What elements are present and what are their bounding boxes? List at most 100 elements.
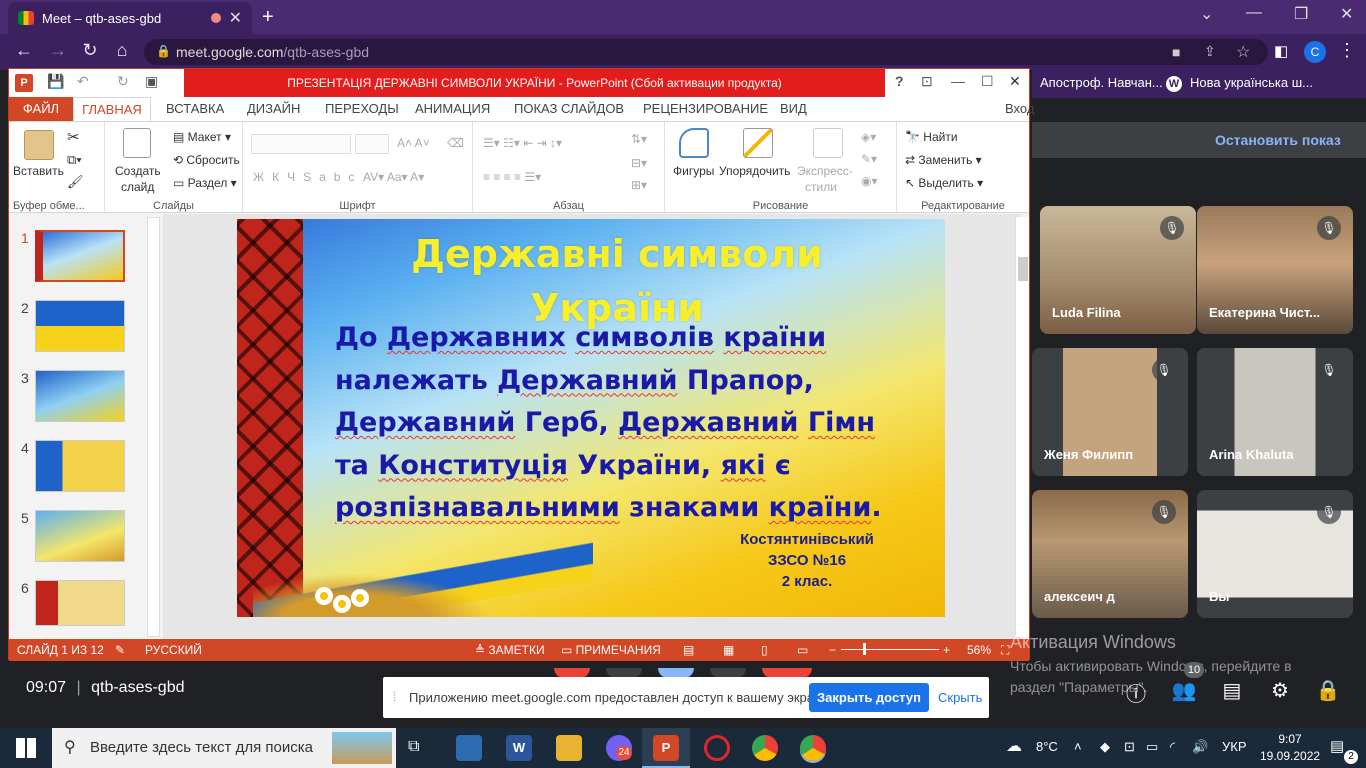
- tab-design[interactable]: ДИЗАЙН: [247, 101, 300, 116]
- sign-in-link[interactable]: Вход: [1005, 101, 1034, 116]
- quick-styles-line1[interactable]: Экспресс-: [797, 164, 853, 178]
- align-icons[interactable]: ≡ ≡ ≡ ≡ ☰▾: [483, 170, 541, 184]
- participant-tile[interactable]: 🎙 алексеич д: [1032, 490, 1188, 618]
- opera-app-icon[interactable]: [704, 735, 730, 761]
- input-language[interactable]: УКР: [1222, 739, 1247, 754]
- participant-tile-self[interactable]: 🎙 Вы: [1197, 490, 1353, 618]
- share-icon[interactable]: ⇪: [1204, 43, 1216, 60]
- slide-scrollbar[interactable]: [1015, 217, 1029, 637]
- notes-button[interactable]: ≜ ЗАМЕТКИ: [475, 643, 545, 657]
- weather-icon[interactable]: ☁: [1006, 736, 1022, 756]
- format-painter-icon[interactable]: 🖌: [67, 174, 84, 190]
- slide-thumbnail-3[interactable]: [35, 370, 125, 422]
- bookmark-nus[interactable]: Нова українська ш...: [1190, 75, 1313, 90]
- help-icon[interactable]: ?: [895, 73, 904, 89]
- thumbnails-scrollbar[interactable]: [147, 217, 160, 637]
- host-controls-icon[interactable]: 🔒: [1314, 678, 1342, 706]
- font-color-icon[interactable]: AV▾ Aa▾ A▾: [363, 170, 424, 184]
- clear-format-icon[interactable]: ⌫: [447, 136, 464, 150]
- start-slideshow-icon[interactable]: ▣: [145, 73, 158, 90]
- chrome-meet-app-icon[interactable]: [800, 735, 826, 761]
- slide-sorter-icon[interactable]: ▦: [723, 643, 734, 657]
- tab-insert[interactable]: ВСТАВКА: [166, 101, 224, 116]
- slide-thumbnail-4[interactable]: [35, 440, 125, 492]
- spellcheck-icon[interactable]: ✎: [115, 643, 125, 657]
- camera-icon[interactable]: ■: [1172, 44, 1180, 60]
- participant-tile[interactable]: 🎙 Женя Филипп: [1032, 348, 1188, 476]
- comments-button[interactable]: ▭ ПРИМЕЧАНИЯ: [561, 643, 661, 657]
- reset-button[interactable]: ⟲ Сбросить: [173, 153, 240, 167]
- font-family-select[interactable]: [251, 134, 351, 154]
- powerpoint-app-icon[interactable]: P: [653, 735, 679, 761]
- scroll-thumb[interactable]: [1018, 257, 1028, 281]
- stop-presenting-button[interactable]: Остановить показ: [1032, 122, 1366, 158]
- bookmark-star-icon[interactable]: ☆: [1236, 42, 1250, 62]
- tab-home[interactable]: ГЛАВНАЯ: [73, 97, 151, 121]
- restore-icon[interactable]: ❐: [1294, 4, 1308, 24]
- task-view-icon[interactable]: ⧉: [408, 738, 419, 756]
- home-icon[interactable]: ⌂: [110, 40, 134, 61]
- save-icon[interactable]: 💾: [47, 73, 64, 90]
- battery-icon[interactable]: ▭: [1146, 739, 1158, 755]
- copy-icon[interactable]: ⧉▾: [67, 152, 82, 168]
- slide-thumbnail-1[interactable]: [35, 230, 125, 282]
- notification-center-icon[interactable]: ▤: [1330, 737, 1344, 755]
- section-button[interactable]: ▭ Раздел ▾: [173, 176, 237, 190]
- paste-button[interactable]: Вставить: [13, 164, 64, 178]
- back-icon[interactable]: ←: [12, 40, 36, 61]
- people-icon[interactable]: 👥: [1170, 678, 1198, 706]
- minimize-icon[interactable]: —: [1246, 4, 1262, 22]
- slide-thumbnail-2[interactable]: [35, 300, 125, 352]
- fit-slide-icon[interactable]: ⛶: [1001, 643, 1009, 658]
- participant-tile[interactable]: 🎙 Arina Khaluta: [1197, 348, 1353, 476]
- shape-fill-icon[interactable]: ◈▾: [861, 130, 876, 144]
- slide-thumbnail-5[interactable]: [35, 510, 125, 562]
- ribbon-display-icon[interactable]: ⊡: [921, 73, 933, 90]
- redo-icon[interactable]: ↻: [117, 73, 129, 90]
- tray-expand-icon[interactable]: ˄: [1074, 739, 1082, 754]
- info-icon[interactable]: ⓘ: [1122, 678, 1150, 706]
- wifi-icon[interactable]: ◜: [1170, 739, 1175, 755]
- language-indicator[interactable]: РУССКИЙ: [145, 643, 202, 657]
- store-app-icon[interactable]: [456, 735, 482, 761]
- explorer-app-icon[interactable]: [556, 735, 582, 761]
- cut-icon[interactable]: ✂: [67, 128, 80, 146]
- zoom-in-icon[interactable]: +: [943, 643, 950, 657]
- arrange-button[interactable]: Упорядочить: [719, 164, 790, 178]
- tab-file[interactable]: ФАЙЛ: [9, 97, 73, 121]
- reload-icon[interactable]: ↻: [78, 40, 102, 61]
- ppt-close-icon[interactable]: ✕: [1009, 73, 1021, 90]
- ppt-minimize-icon[interactable]: —: [951, 73, 965, 89]
- weather-temp[interactable]: 8°C: [1036, 739, 1058, 754]
- clock[interactable]: 9:07 19.09.2022: [1260, 731, 1320, 765]
- stop-sharing-button[interactable]: Закрыть доступ: [809, 683, 929, 712]
- find-button[interactable]: 🔭 Найти: [905, 130, 958, 144]
- new-tab-icon[interactable]: +: [262, 6, 274, 29]
- profile-avatar[interactable]: C: [1304, 41, 1326, 63]
- start-icon[interactable]: [16, 738, 36, 758]
- chat-icon[interactable]: ▤: [1218, 678, 1246, 706]
- tab-close-icon[interactable]: ✕: [229, 8, 242, 28]
- shape-outline-icon[interactable]: ✎▾: [861, 152, 877, 166]
- tab-view[interactable]: ВИД: [780, 101, 807, 116]
- quick-styles-line2[interactable]: стили: [805, 180, 837, 194]
- reading-view-icon[interactable]: ▯: [761, 643, 768, 657]
- slideshow-view-icon[interactable]: ▭: [797, 643, 808, 657]
- slide-thumbnail-6[interactable]: [35, 580, 125, 626]
- text-direction-icon[interactable]: ⇅▾: [631, 132, 647, 146]
- zoom-level[interactable]: 56%: [967, 643, 991, 657]
- tab-animation[interactable]: АНИМАЦИЯ: [415, 101, 490, 116]
- volume-icon[interactable]: 🔊: [1192, 739, 1208, 755]
- align-text-icon[interactable]: ⊟▾: [631, 156, 647, 170]
- tray-app-icon[interactable]: ◆: [1100, 739, 1110, 755]
- tray-app-icon[interactable]: ⊡: [1124, 739, 1135, 755]
- forward-icon[interactable]: →: [46, 40, 70, 61]
- ppt-maximize-icon[interactable]: ☐: [981, 73, 994, 90]
- zoom-slider[interactable]: [841, 649, 939, 650]
- smartart-icon[interactable]: ⊞▾: [631, 178, 647, 192]
- undo-icon[interactable]: ↶: [77, 73, 89, 90]
- bookmark-apostrof[interactable]: Апостроф. Навчан...: [1040, 75, 1163, 90]
- shape-effects-icon[interactable]: ◉▾: [861, 174, 878, 188]
- window-close-icon[interactable]: ✕: [1340, 4, 1353, 24]
- taskbar-search[interactable]: ⚲ Введите здесь текст для поиска: [52, 728, 396, 768]
